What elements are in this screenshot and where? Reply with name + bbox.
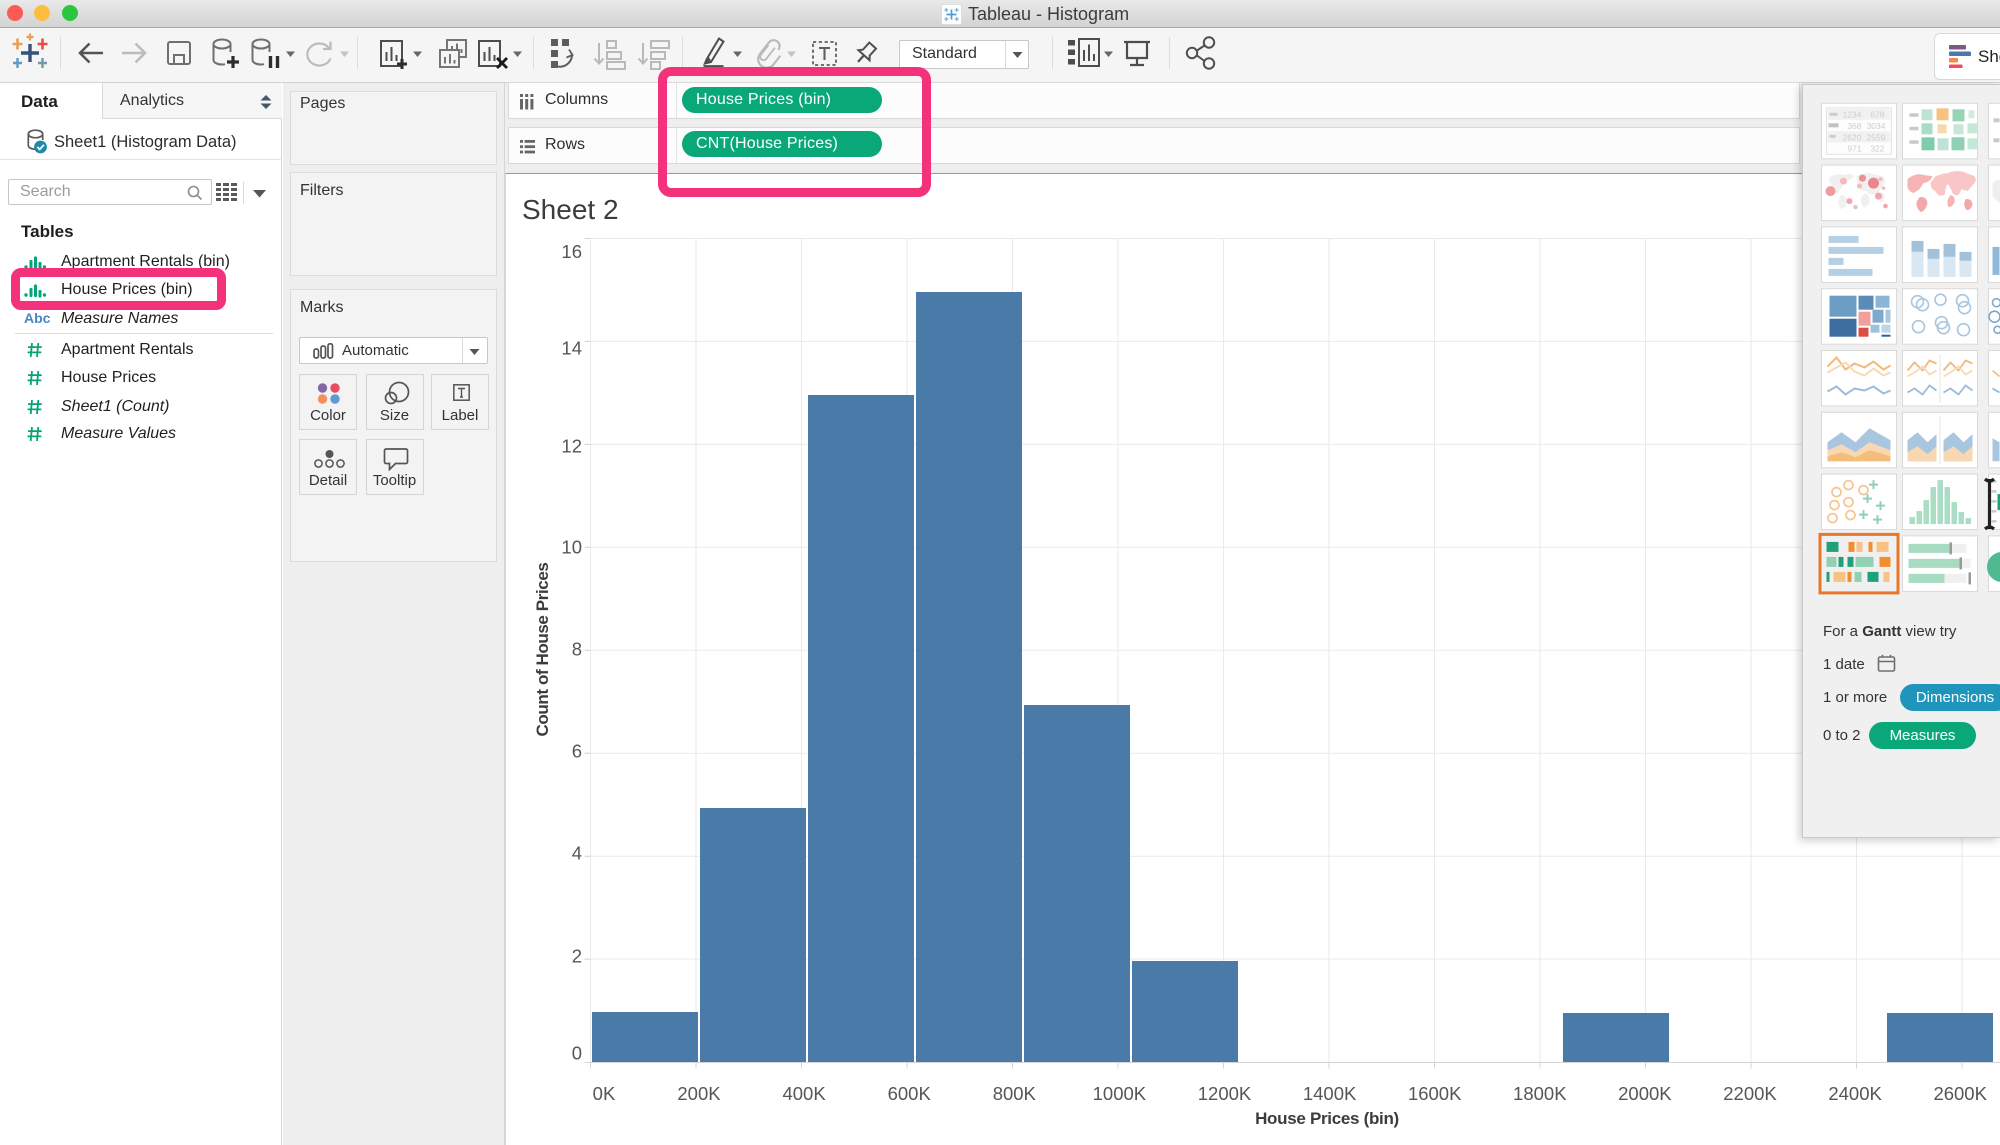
svg-text:2600K: 2600K <box>1933 1083 1987 1104</box>
svg-text:12: 12 <box>561 436 582 457</box>
svg-text:1000K: 1000K <box>1093 1083 1147 1104</box>
svg-text:400K: 400K <box>782 1083 826 1104</box>
svg-text:2200K: 2200K <box>1723 1083 1777 1104</box>
svg-text:2620: 2620 <box>1843 132 1862 142</box>
svg-text:1600K: 1600K <box>1408 1083 1462 1104</box>
svg-text:House Prices (bin): House Prices (bin) <box>1255 1109 1399 1128</box>
svg-text:2: 2 <box>572 946 582 967</box>
svg-text:1800K: 1800K <box>1513 1083 1567 1104</box>
svg-text:14: 14 <box>561 338 582 359</box>
svg-text:4: 4 <box>572 843 582 864</box>
svg-text:322: 322 <box>1870 143 1884 153</box>
svg-text:600K: 600K <box>888 1083 932 1104</box>
svg-text:678: 678 <box>1870 109 1884 119</box>
svg-text:1400K: 1400K <box>1303 1083 1357 1104</box>
svg-text:971: 971 <box>1847 143 1861 153</box>
svg-text:1200K: 1200K <box>1198 1083 1252 1104</box>
svg-text:10: 10 <box>561 537 582 558</box>
svg-text:800K: 800K <box>993 1083 1037 1104</box>
svg-text:2559: 2559 <box>1867 132 1886 142</box>
svg-text:16: 16 <box>561 241 582 262</box>
svg-text:6: 6 <box>572 741 582 762</box>
svg-text:0K: 0K <box>593 1083 616 1104</box>
svg-text:3034: 3034 <box>1867 121 1886 131</box>
svg-text:368: 368 <box>1847 121 1861 131</box>
svg-text:2000K: 2000K <box>1618 1083 1672 1104</box>
svg-text:8: 8 <box>572 639 582 660</box>
svg-text:200K: 200K <box>677 1083 721 1104</box>
svg-text:2400K: 2400K <box>1828 1083 1882 1104</box>
svg-text:Count of House Prices: Count of House Prices <box>533 563 552 737</box>
svg-text:1234: 1234 <box>1843 109 1862 119</box>
svg-text:0: 0 <box>572 1043 582 1064</box>
